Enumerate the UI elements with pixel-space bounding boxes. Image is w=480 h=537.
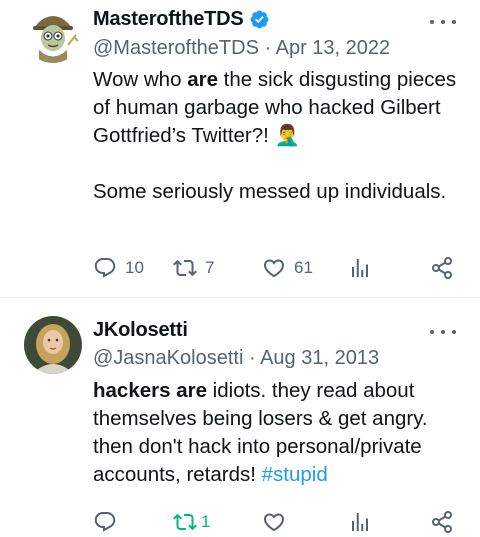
reply-icon bbox=[94, 512, 116, 532]
avatar[interactable] bbox=[24, 316, 82, 374]
separator: · bbox=[248, 347, 256, 369]
verified-badge-icon bbox=[250, 10, 269, 29]
author-handle[interactable]: @MasteroftheTDS bbox=[93, 37, 259, 59]
retweet-count: 1 bbox=[201, 512, 211, 531]
tweet-actions: 1 bbox=[93, 507, 463, 537]
share-button[interactable] bbox=[430, 507, 454, 537]
tweet-1[interactable]: MasteroftheTDS @MasteroftheTDS · Apr 13,… bbox=[0, 0, 480, 297]
author-name[interactable]: JKolosetti bbox=[93, 319, 188, 342]
retweet-button[interactable]: 1 bbox=[173, 507, 210, 537]
like-button[interactable]: 61 bbox=[262, 253, 313, 283]
hashtag-link[interactable]: #stupid bbox=[262, 463, 328, 486]
avatar[interactable] bbox=[24, 5, 82, 63]
separator: · bbox=[264, 37, 272, 59]
tweet-date[interactable]: Apr 13, 2022 bbox=[276, 37, 391, 59]
retweet-icon bbox=[173, 513, 197, 531]
analytics-button[interactable] bbox=[348, 253, 372, 283]
reply-count: 10 bbox=[125, 258, 144, 277]
handle-and-date: @MasteroftheTDS · Apr 13, 2022 bbox=[93, 37, 390, 60]
heart-icon bbox=[263, 259, 285, 278]
tweet-2[interactable]: JKolosetti @JasnaKolosetti · Aug 31, 201… bbox=[0, 298, 480, 535]
handle-and-date: @JasnaKolosetti · Aug 31, 2013 bbox=[93, 347, 379, 370]
more-options-icon[interactable] bbox=[430, 12, 456, 32]
share-icon bbox=[432, 257, 452, 279]
tweet-actions: 10 7 61 bbox=[93, 253, 463, 283]
retweet-count: 7 bbox=[205, 258, 215, 277]
reply-icon bbox=[94, 258, 116, 278]
like-button[interactable] bbox=[262, 507, 294, 537]
author-name[interactable]: MasteroftheTDS bbox=[93, 8, 270, 31]
share-button[interactable] bbox=[430, 253, 454, 283]
analytics-icon bbox=[352, 259, 368, 277]
heart-icon bbox=[263, 513, 285, 532]
like-count: 61 bbox=[294, 258, 313, 277]
more-options-icon[interactable] bbox=[430, 322, 456, 342]
tweet-date[interactable]: Aug 31, 2013 bbox=[260, 347, 379, 369]
author-name-text[interactable]: JKolosetti bbox=[93, 319, 188, 342]
tweet-text: hackers are idiots. they read about them… bbox=[93, 379, 428, 486]
retweet-button[interactable]: 7 bbox=[173, 253, 214, 283]
author-handle[interactable]: @JasnaKolosetti bbox=[93, 347, 243, 369]
facepalm-emoji: 🤦‍♂️ bbox=[274, 124, 301, 147]
analytics-icon bbox=[352, 513, 368, 531]
tweet-text: Wow who are the sick disgusting pieces o… bbox=[93, 68, 457, 203]
reply-button[interactable] bbox=[93, 507, 125, 537]
reply-button[interactable]: 10 bbox=[93, 253, 144, 283]
author-name-text[interactable]: MasteroftheTDS bbox=[93, 8, 244, 31]
retweet-icon bbox=[173, 259, 197, 277]
share-icon bbox=[432, 511, 452, 533]
analytics-button[interactable] bbox=[348, 507, 372, 537]
